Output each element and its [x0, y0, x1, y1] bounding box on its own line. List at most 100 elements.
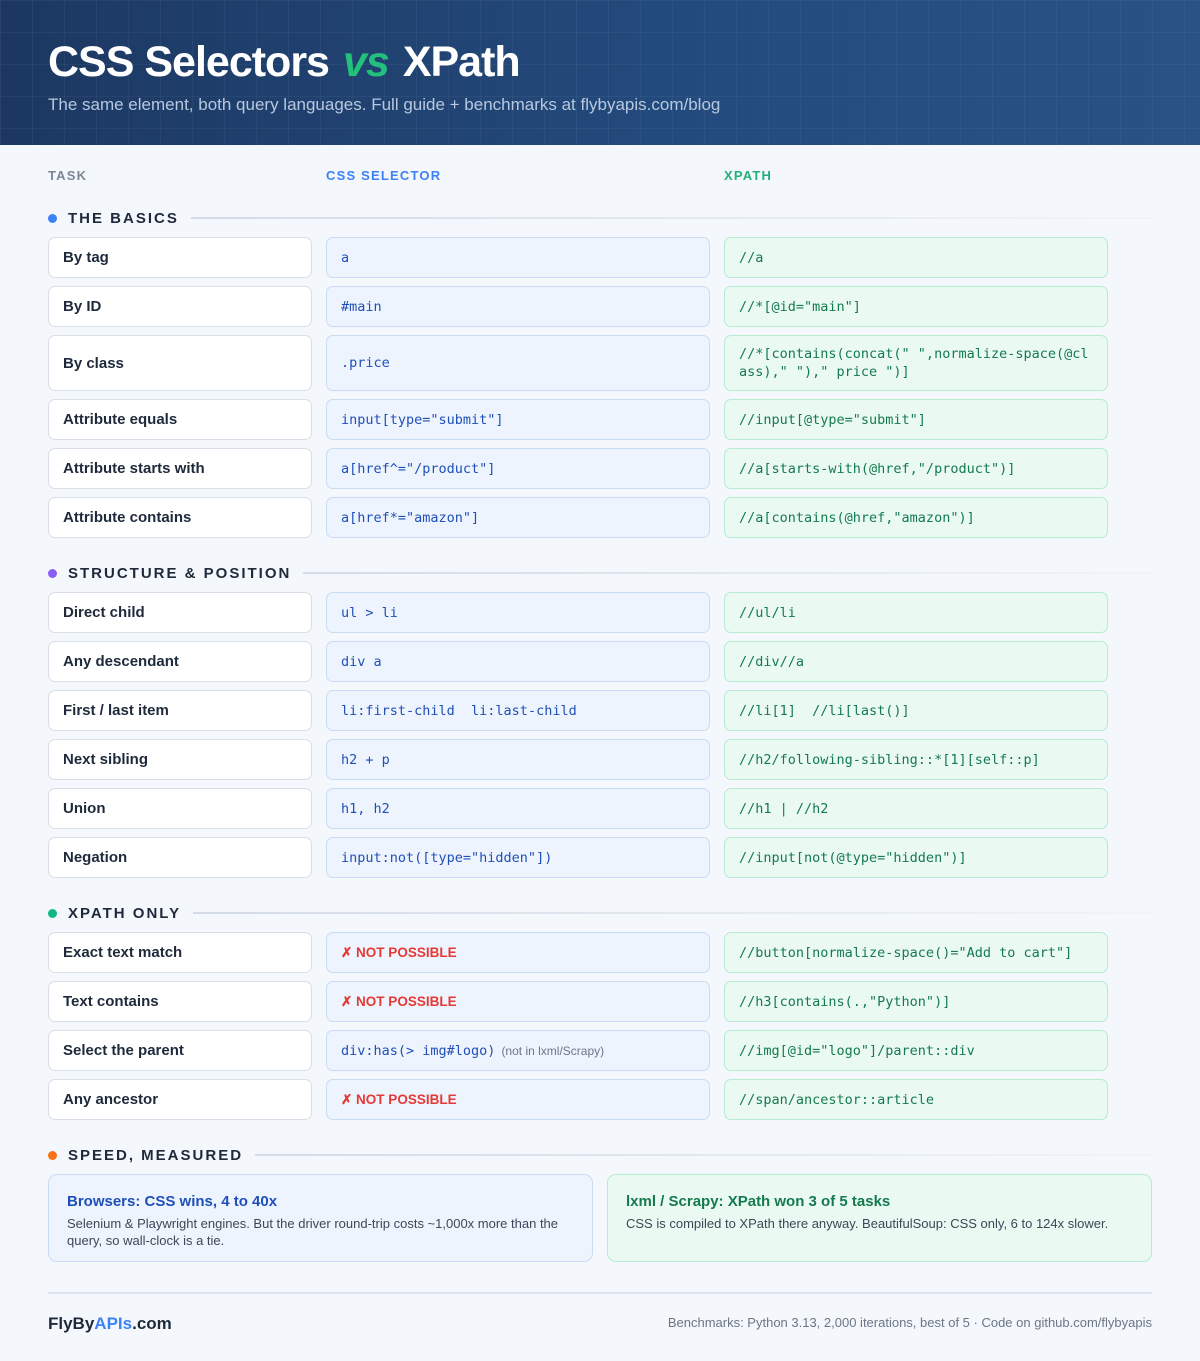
task-cell: Negation [48, 837, 312, 878]
task-cell: By tag [48, 237, 312, 278]
xpath-cell: //a [724, 237, 1108, 278]
xpath-code: //input[not(@type="hidden")] [739, 849, 967, 866]
section-the-basics: THE BASICS [48, 208, 1152, 228]
css-code: h2 + p [341, 751, 390, 768]
xpath-cell: //input[@type="submit"] [724, 399, 1108, 440]
xpath-cell: //*[contains(concat(" ",normalize-space(… [724, 335, 1108, 391]
brand-prefix: FlyBy [48, 1314, 95, 1333]
section-label: STRUCTURE & POSITION [68, 564, 292, 582]
xpath-code: //a[contains(@href,"amazon")] [739, 509, 975, 526]
css-code: div a [341, 653, 382, 670]
card-title: Browsers: CSS wins, 4 to 40x [67, 1193, 278, 1210]
section-dot [48, 908, 57, 918]
xpath-cell: //h2/following-sibling::*[1][self::p] [724, 739, 1108, 780]
task-cell: Any ancestor [48, 1079, 312, 1120]
page-title: CSS Selectors vs XPath [48, 38, 521, 87]
xpath-cell: //input[not(@type="hidden")] [724, 837, 1108, 878]
xpath-cell: //h3[contains(.,"Python")] [724, 981, 1108, 1022]
column-header-css: CSS SELECTOR [326, 168, 442, 183]
section-dot [48, 568, 57, 578]
brand-logo[interactable]: FlyByAPIs.com [48, 1314, 172, 1334]
lxml-speed-card: lxml / Scrapy: XPath won 3 of 5 tasks CS… [607, 1174, 1152, 1262]
css-code: div:has(> img#logo) [341, 1042, 496, 1059]
xpath-code: //h3[contains(.,"Python")] [739, 993, 951, 1010]
css-selector-cell: input:not([type="hidden"]) [326, 837, 710, 878]
xpath-cell: //*[@id="main"] [724, 286, 1108, 327]
css-note: (not in lxml/Scrapy) [501, 1043, 605, 1058]
task-cell: Next sibling [48, 739, 312, 780]
css-selector-cell: ✗ NOT POSSIBLE [326, 1079, 710, 1120]
browsers-speed-card: Browsers: CSS wins, 4 to 40x Selenium & … [48, 1174, 593, 1262]
section-dot [48, 213, 57, 223]
xpath-cell: //div//a [724, 641, 1108, 682]
task-cell: By ID [48, 286, 312, 327]
xpath-cell: //li[1] //li[last()] [724, 690, 1108, 731]
css-selector-cell: h1, h2 [326, 788, 710, 829]
xpath-code: //div//a [739, 653, 805, 670]
xpath-cell: //ul/li [724, 592, 1108, 633]
css-selector-cell: h2 + p [326, 739, 710, 780]
xpath-cell: //button[normalize-space()="Add to cart"… [724, 932, 1108, 973]
table-row: Attribute equals input[type="submit"] //… [48, 399, 1108, 440]
table-row: Direct child ul > li //ul/li [48, 592, 1108, 633]
section-divider [190, 217, 1152, 219]
not-possible-label: ✗ NOT POSSIBLE [341, 1091, 457, 1107]
xpath-cell: //span/ancestor::article [724, 1079, 1108, 1120]
header-banner: CSS Selectors vs XPath The same element, b… [0, 0, 1200, 145]
css-code: ul > li [341, 604, 398, 621]
css-selector-cell: ul > li [326, 592, 710, 633]
column-header-xpath: XPATH [724, 168, 773, 183]
css-code: .price [341, 355, 390, 371]
table-row: First / last item li:first-child li:last… [48, 690, 1108, 731]
section-dot [48, 1150, 57, 1160]
xpath-cell: //img[@id="logo"]/parent::div [724, 1030, 1108, 1071]
xpath-code: //ul/li [739, 604, 796, 621]
xpath-code: //a [739, 249, 764, 266]
title-vs: vs [342, 38, 390, 86]
css-selector-cell: div a [326, 641, 710, 682]
table-row: By ID #main //*[@id="main"] [48, 286, 1108, 327]
not-possible-label: ✗ NOT POSSIBLE [341, 993, 457, 1009]
brand-suffix: .com [132, 1314, 172, 1333]
table-row: By class .price //*[contains(concat(" ",… [48, 335, 1108, 391]
section-structure-position: STRUCTURE & POSITION [48, 563, 1152, 583]
css-selector-cell: .price [326, 335, 710, 391]
section-divider [255, 1154, 1152, 1156]
xpath-code: //h1 | //h2 [739, 800, 829, 817]
css-code: a [341, 249, 350, 266]
css-code: h1, h2 [341, 800, 390, 817]
card-body: CSS is compiled to XPath there anyway. B… [626, 1216, 1109, 1231]
title-xpath: XPath [402, 38, 521, 86]
xpath-code: //a[starts-with(@href,"/product")] [739, 460, 1016, 477]
table-row: Text contains ✗ NOT POSSIBLE //h3[contai… [48, 981, 1108, 1022]
css-code: a[href^="/product"] [341, 460, 496, 477]
task-cell: By class [48, 335, 312, 391]
xpath-code: //span/ancestor::article [739, 1091, 935, 1108]
page-subtitle: The same element, both query languages. … [48, 95, 721, 114]
card-title: lxml / Scrapy: XPath won 3 of 5 tasks [626, 1193, 891, 1210]
task-cell: Text contains [48, 981, 312, 1022]
table-row: Any ancestor ✗ NOT POSSIBLE //span/ances… [48, 1079, 1108, 1120]
card-body: Selenium & Playwright engines. But the d… [67, 1216, 559, 1248]
section-speed-measured: SPEED, MEASURED [48, 1145, 1152, 1165]
title-css: CSS Selectors [48, 38, 330, 86]
css-selector-cell: ✗ NOT POSSIBLE [326, 981, 710, 1022]
table-row: Select the parent div:has(> img#logo) (no… [48, 1030, 1108, 1071]
task-cell: First / last item [48, 690, 312, 731]
css-selector-cell: ✗ NOT POSSIBLE [326, 932, 710, 973]
table-row: Exact text match ✗ NOT POSSIBLE //button… [48, 932, 1108, 973]
css-selector-cell: input[type="submit"] [326, 399, 710, 440]
section-divider [193, 912, 1152, 914]
css-code: input[type="submit"] [341, 411, 504, 428]
table-row: Attribute starts with a[href^="/product"… [48, 448, 1108, 489]
css-code: input:not([type="hidden"]) [341, 849, 553, 866]
xpath-code: //*[@id="main"] [739, 298, 861, 315]
xpath-code: //input[@type="submit"] [739, 411, 926, 428]
xpath-code: //img[@id="logo"]/parent::div [739, 1042, 975, 1059]
css-selector-cell: div:has(> img#logo) (not in lxml/Scrapy) [326, 1030, 710, 1071]
task-cell: Attribute contains [48, 497, 312, 538]
xpath-cell: //a[contains(@href,"amazon")] [724, 497, 1108, 538]
task-cell: Attribute starts with [48, 448, 312, 489]
xpath-code: //*[contains(concat(" ",normalize-space(… [739, 346, 1089, 380]
task-cell: Any descendant [48, 641, 312, 682]
